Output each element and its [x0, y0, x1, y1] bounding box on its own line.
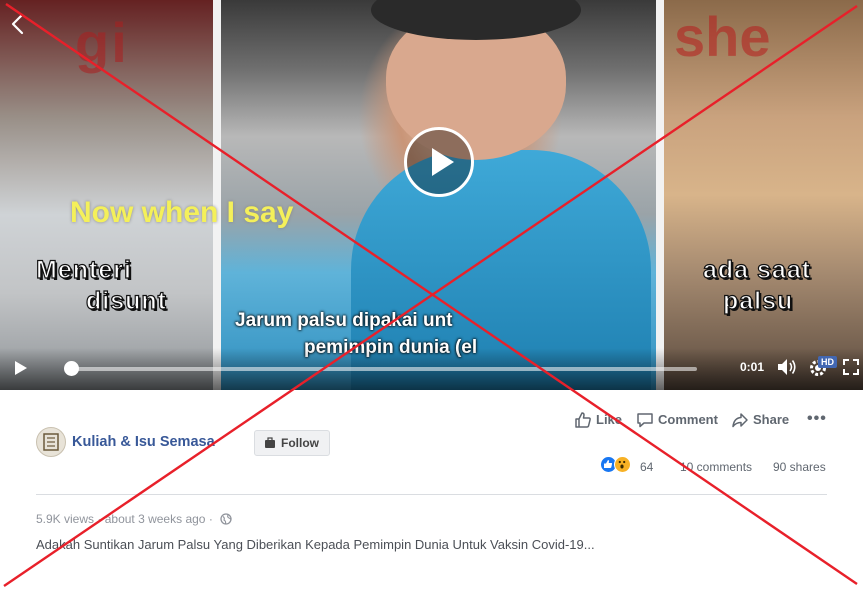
- post-caption: Adakah Suntikan Jarum Palsu Yang Diberik…: [36, 537, 595, 552]
- like-label: Like: [596, 412, 623, 427]
- page-logo-icon: [43, 433, 59, 451]
- play-icon[interactable]: [13, 359, 29, 377]
- post-meta: 5.9K views · about 3 weeks ago ·: [36, 512, 232, 526]
- follow-button[interactable]: Follow: [254, 430, 330, 456]
- english-caption: Now when I say: [70, 196, 294, 229]
- play-icon: [432, 148, 454, 176]
- more-options-button[interactable]: •••: [807, 410, 827, 428]
- frame-border-right: [656, 0, 664, 390]
- right-caption-line1: ada saat: [702, 255, 812, 284]
- background-text-right: she: [674, 5, 771, 68]
- blurred-background-left: gi: [0, 0, 213, 390]
- progress-bar[interactable]: [72, 367, 697, 371]
- share-icon: [732, 413, 748, 428]
- hd-badge: HD: [818, 356, 837, 368]
- background-text-left: gi: [75, 11, 129, 74]
- comment-icon: [637, 413, 653, 428]
- left-caption-line2: disunt: [85, 286, 167, 315]
- comments-count-link[interactable]: 10 comments: [680, 460, 752, 474]
- right-caption-line2: palsu: [722, 286, 794, 315]
- meta-separator: ·: [208, 512, 213, 526]
- page-name-link[interactable]: Kuliah & Isu Semasa: [72, 434, 215, 450]
- reaction-count[interactable]: 64: [640, 460, 653, 474]
- subtitle-line1: Jarum palsu dipakai unt: [235, 310, 453, 331]
- blurred-background-right: she: [664, 0, 863, 390]
- progress-handle[interactable]: [64, 361, 79, 376]
- meta-separator: ·: [97, 512, 102, 526]
- video-player[interactable]: gi she Now when I say Menteri disunt ada…: [0, 0, 863, 390]
- globe-icon: [220, 513, 232, 525]
- shares-count-link[interactable]: 90 shares: [773, 460, 826, 474]
- fullscreen-icon[interactable]: [843, 359, 859, 375]
- post-timestamp[interactable]: about 3 weeks ago: [105, 512, 206, 526]
- follow-label: Follow: [281, 436, 319, 450]
- page-avatar[interactable]: [36, 427, 66, 457]
- share-label: Share: [753, 412, 790, 427]
- wow-reaction-icon: [614, 456, 631, 473]
- person-cap: [371, 0, 581, 40]
- thumbs-up-icon: [575, 412, 591, 428]
- chevron-left-icon[interactable]: [8, 12, 28, 36]
- view-count: 5.9K views: [36, 512, 95, 526]
- comment-label: Comment: [658, 412, 718, 427]
- frame-border-left: [213, 0, 221, 390]
- follow-icon: [265, 437, 275, 448]
- divider: [36, 494, 827, 495]
- play-button[interactable]: [404, 127, 474, 197]
- volume-icon[interactable]: [776, 357, 798, 377]
- left-caption-line1: Menteri: [35, 255, 132, 284]
- time-display: 0:01: [740, 360, 765, 374]
